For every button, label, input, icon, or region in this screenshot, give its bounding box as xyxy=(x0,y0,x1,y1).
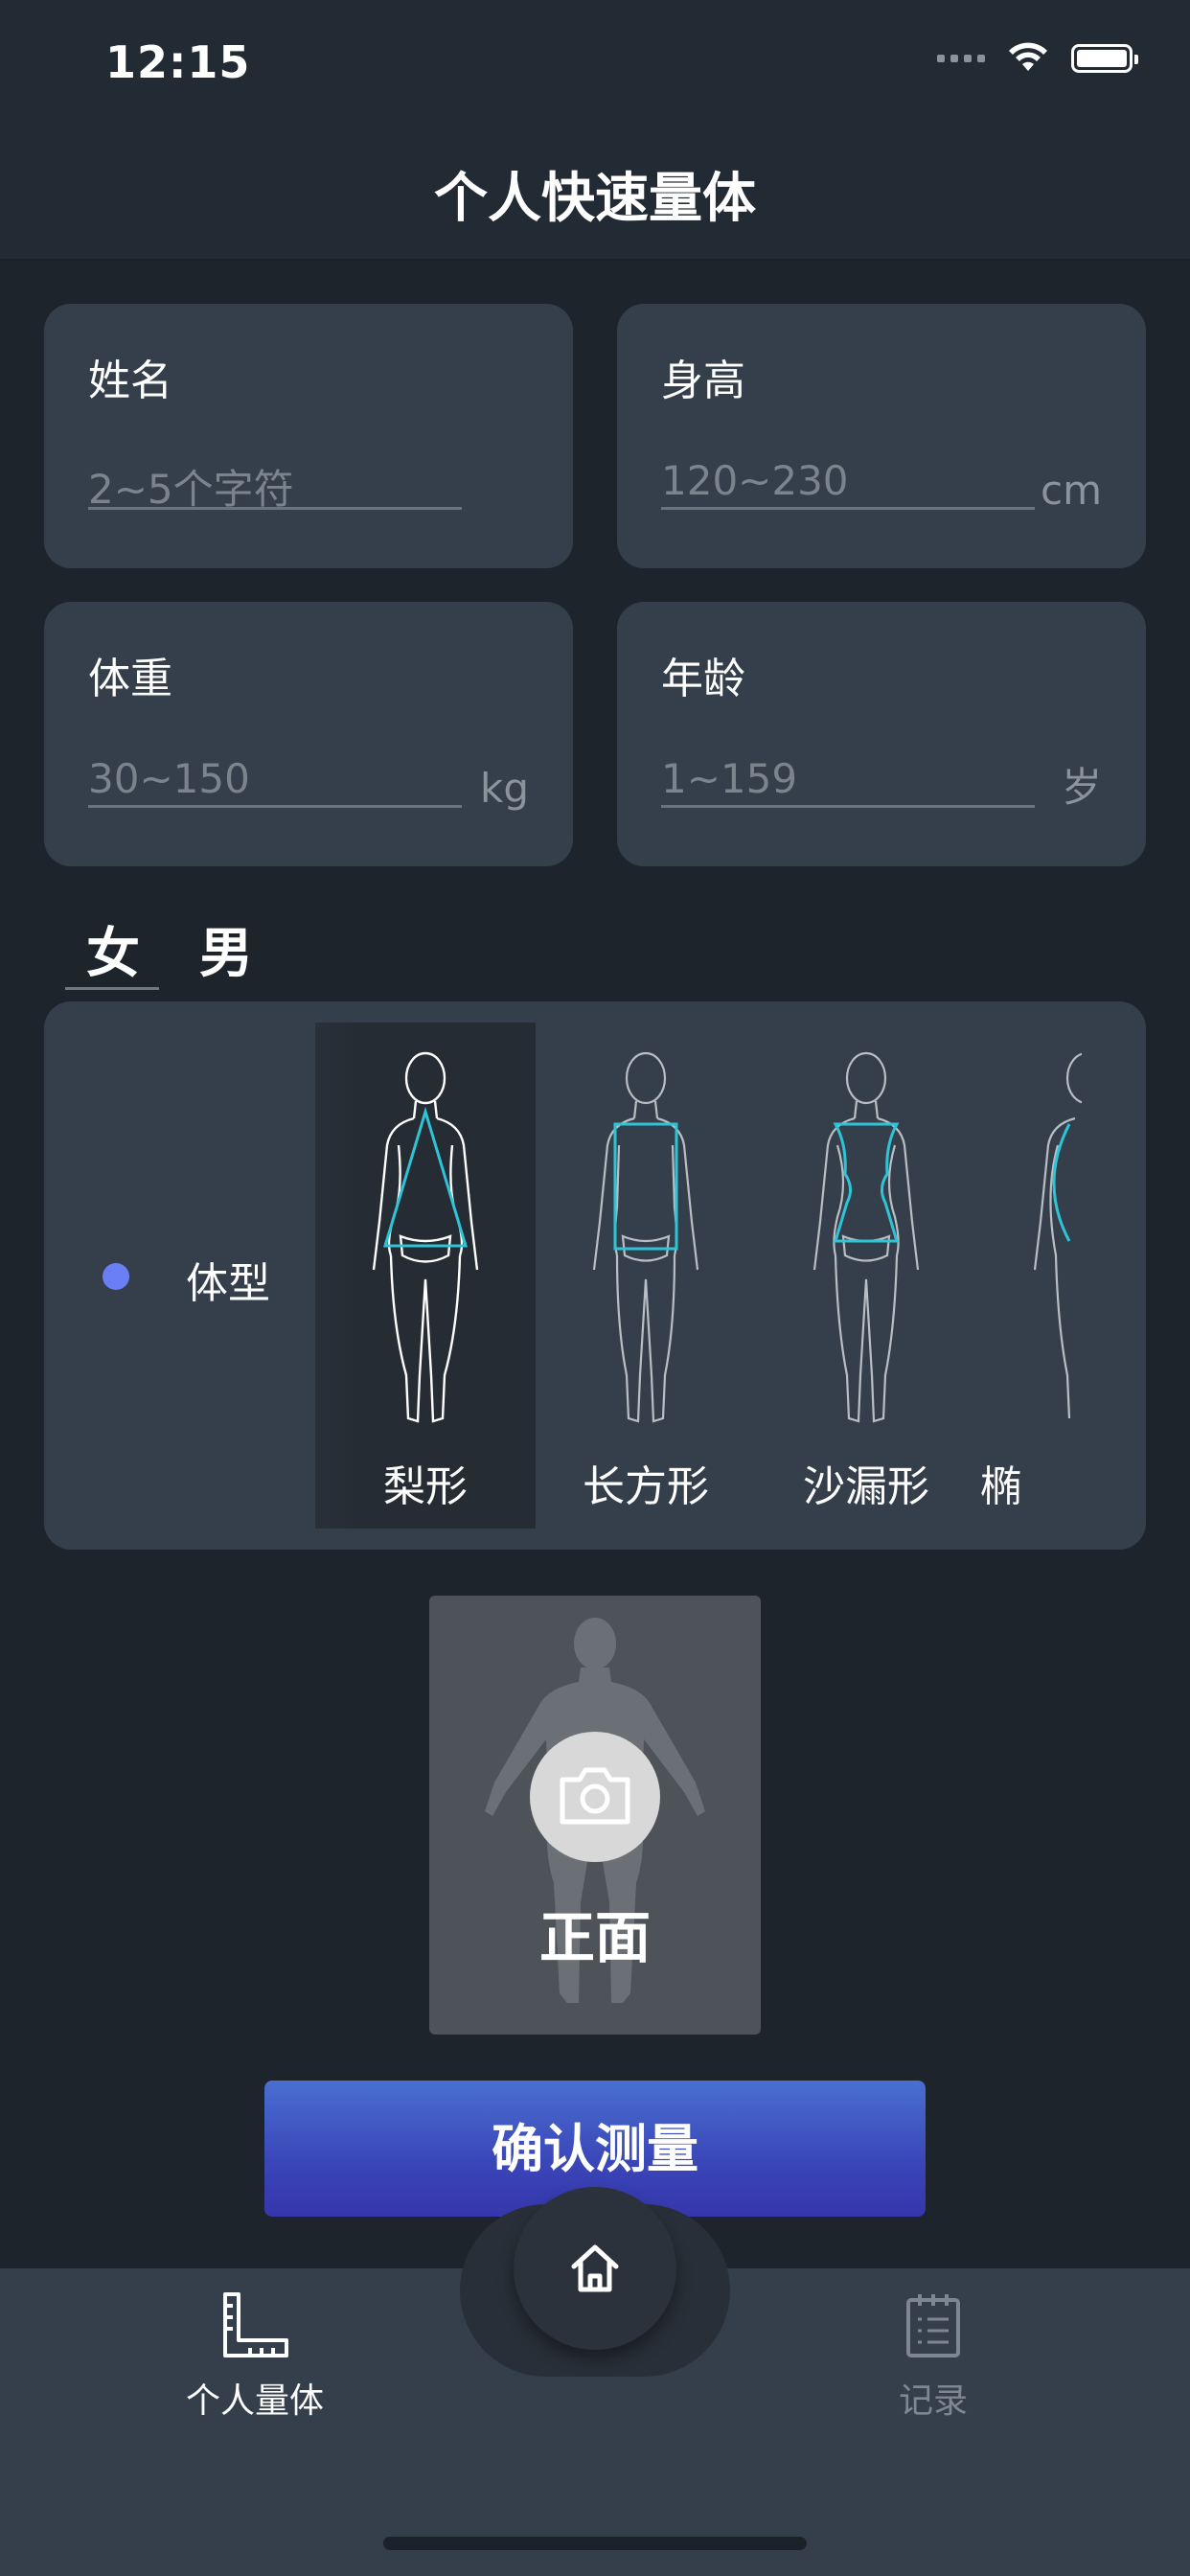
camera-button[interactable] xyxy=(530,1732,660,1862)
clipboard-icon xyxy=(906,2294,960,2358)
weight-label: 体重 xyxy=(88,655,172,703)
body-shape-label: 体型 xyxy=(186,1259,270,1308)
body-shape-card: 体型 梨形 长方形 沙漏形 椭 xyxy=(44,1001,1146,1550)
shape-option-oval[interactable]: 椭 xyxy=(976,1023,1082,1529)
status-icons xyxy=(937,42,1138,75)
shape-option-hourglass-label: 沙漏形 xyxy=(803,1462,929,1511)
battery-icon xyxy=(1071,44,1138,73)
shape-option-rectangle-label: 长方形 xyxy=(583,1462,709,1511)
wifi-icon xyxy=(1009,42,1047,71)
hourglass-figure-icon xyxy=(812,1051,920,1423)
home-icon xyxy=(571,2244,619,2292)
body-shape-dot xyxy=(103,1263,129,1290)
home-button[interactable] xyxy=(514,2187,676,2350)
tab-records-label: 记录 xyxy=(898,2381,968,2421)
weight-card: 体重 30~150 kg xyxy=(44,602,573,866)
weight-unit: kg xyxy=(480,765,529,812)
status-bar: 12:15 xyxy=(0,0,1190,134)
age-unit: 岁 xyxy=(1061,764,1102,811)
front-photo-label: 正面 xyxy=(538,1905,651,1970)
ruler-icon xyxy=(223,2292,288,2358)
gender-male-tab[interactable]: 男 xyxy=(199,910,253,988)
gender-female-tab[interactable]: 女 xyxy=(86,910,140,988)
pear-figure-icon xyxy=(372,1051,479,1423)
age-input[interactable]: 1~159 xyxy=(661,755,1035,808)
height-input[interactable]: 120~230 xyxy=(661,457,1035,510)
height-label: 身高 xyxy=(661,356,745,405)
tab-personal-measure-label: 个人量体 xyxy=(185,2381,324,2421)
shape-option-hourglass[interactable]: 沙漏形 xyxy=(756,1023,976,1529)
home-indicator xyxy=(383,2537,807,2550)
shape-option-pear[interactable]: 梨形 xyxy=(315,1023,536,1529)
nav-bar: 个人快速量体 xyxy=(0,134,1190,261)
camera-icon xyxy=(560,1767,630,1825)
age-label: 年龄 xyxy=(661,655,745,703)
shape-option-rectangle[interactable]: 长方形 xyxy=(536,1023,756,1529)
height-card: 身高 120~230 cm xyxy=(617,304,1146,568)
shape-option-pear-label: 梨形 xyxy=(383,1462,468,1511)
rectangle-figure-icon xyxy=(592,1051,699,1423)
signal-icon xyxy=(937,55,985,62)
front-photo-area[interactable]: 正面 xyxy=(429,1596,761,2035)
gender-selected-indicator xyxy=(65,987,159,990)
tab-personal-measure[interactable]: 个人量体 xyxy=(140,2290,370,2423)
status-time: 12:15 xyxy=(105,36,251,88)
page-title: 个人快速量体 xyxy=(434,168,756,230)
height-unit: cm xyxy=(1040,467,1102,514)
oval-figure-icon xyxy=(1033,1052,1082,1419)
shape-option-oval-label: 椭 xyxy=(980,1462,1022,1511)
name-label: 姓名 xyxy=(88,356,172,405)
weight-input[interactable]: 30~150 xyxy=(88,755,462,808)
age-card: 年龄 1~159 岁 xyxy=(617,602,1146,866)
tab-records[interactable]: 记录 xyxy=(818,2290,1048,2423)
name-input[interactable]: 2~5个字符 xyxy=(88,457,462,513)
name-card: 姓名 2~5个字符 xyxy=(44,304,573,568)
body-shape-carousel[interactable]: 梨形 长方形 沙漏形 椭 xyxy=(315,1023,1082,1529)
